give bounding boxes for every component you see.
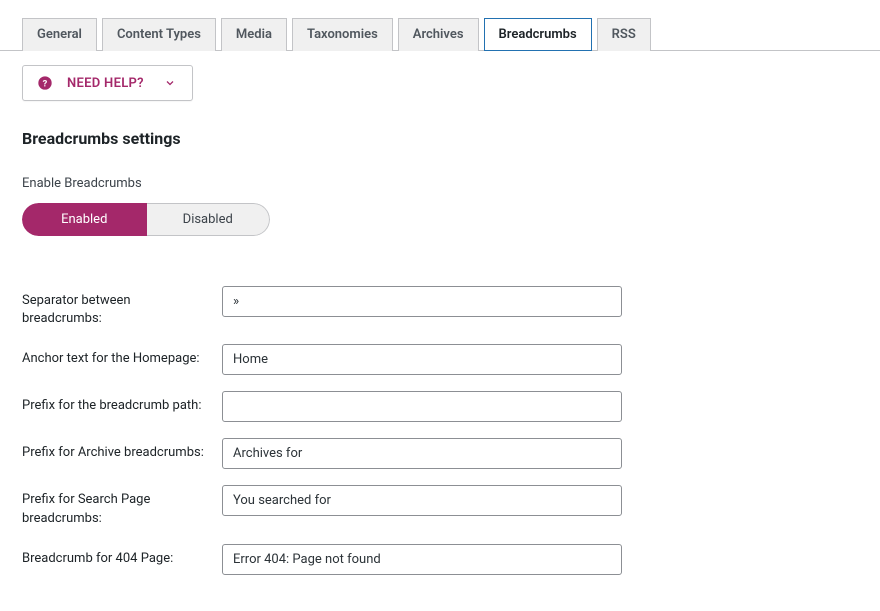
help-icon: ? bbox=[37, 75, 53, 91]
section-title: Breadcrumbs settings bbox=[22, 129, 858, 148]
anchor-label: Anchor text for the Homepage: bbox=[22, 344, 222, 368]
tab-rss[interactable]: RSS bbox=[597, 18, 651, 51]
enable-toggle: Enabled Disabled bbox=[22, 203, 270, 236]
tab-content-types[interactable]: Content Types bbox=[102, 18, 216, 51]
chevron-down-icon bbox=[164, 77, 176, 89]
prefix-path-input[interactable] bbox=[222, 391, 622, 422]
enable-breadcrumbs-label: Enable Breadcrumbs bbox=[22, 176, 858, 191]
tab-breadcrumbs[interactable]: Breadcrumbs bbox=[484, 18, 592, 51]
need-help-label: NEED HELP? bbox=[67, 76, 144, 91]
tab-taxonomies[interactable]: Taxonomies bbox=[292, 18, 393, 51]
tab-general[interactable]: General bbox=[22, 18, 97, 51]
toggle-disabled[interactable]: Disabled bbox=[147, 203, 271, 236]
prefix-path-label: Prefix for the breadcrumb path: bbox=[22, 391, 222, 415]
prefix-archive-input[interactable] bbox=[222, 438, 622, 469]
anchor-input[interactable] bbox=[222, 344, 622, 375]
separator-label: Separator between breadcrumbs: bbox=[22, 286, 222, 328]
separator-input[interactable] bbox=[222, 286, 622, 317]
tab-archives[interactable]: Archives bbox=[398, 18, 479, 51]
prefix-search-label: Prefix for Search Page breadcrumbs: bbox=[22, 485, 222, 527]
tabs-bar: General Content Types Media Taxonomies A… bbox=[0, 17, 880, 51]
prefix-search-input[interactable] bbox=[222, 485, 622, 516]
prefix-archive-label: Prefix for Archive breadcrumbs: bbox=[22, 438, 222, 462]
svg-text:?: ? bbox=[43, 78, 48, 89]
need-help-button[interactable]: ? NEED HELP? bbox=[22, 65, 193, 101]
tab-media[interactable]: Media bbox=[221, 18, 287, 51]
prefix-404-input[interactable] bbox=[222, 544, 622, 575]
toggle-enabled[interactable]: Enabled bbox=[22, 203, 147, 236]
